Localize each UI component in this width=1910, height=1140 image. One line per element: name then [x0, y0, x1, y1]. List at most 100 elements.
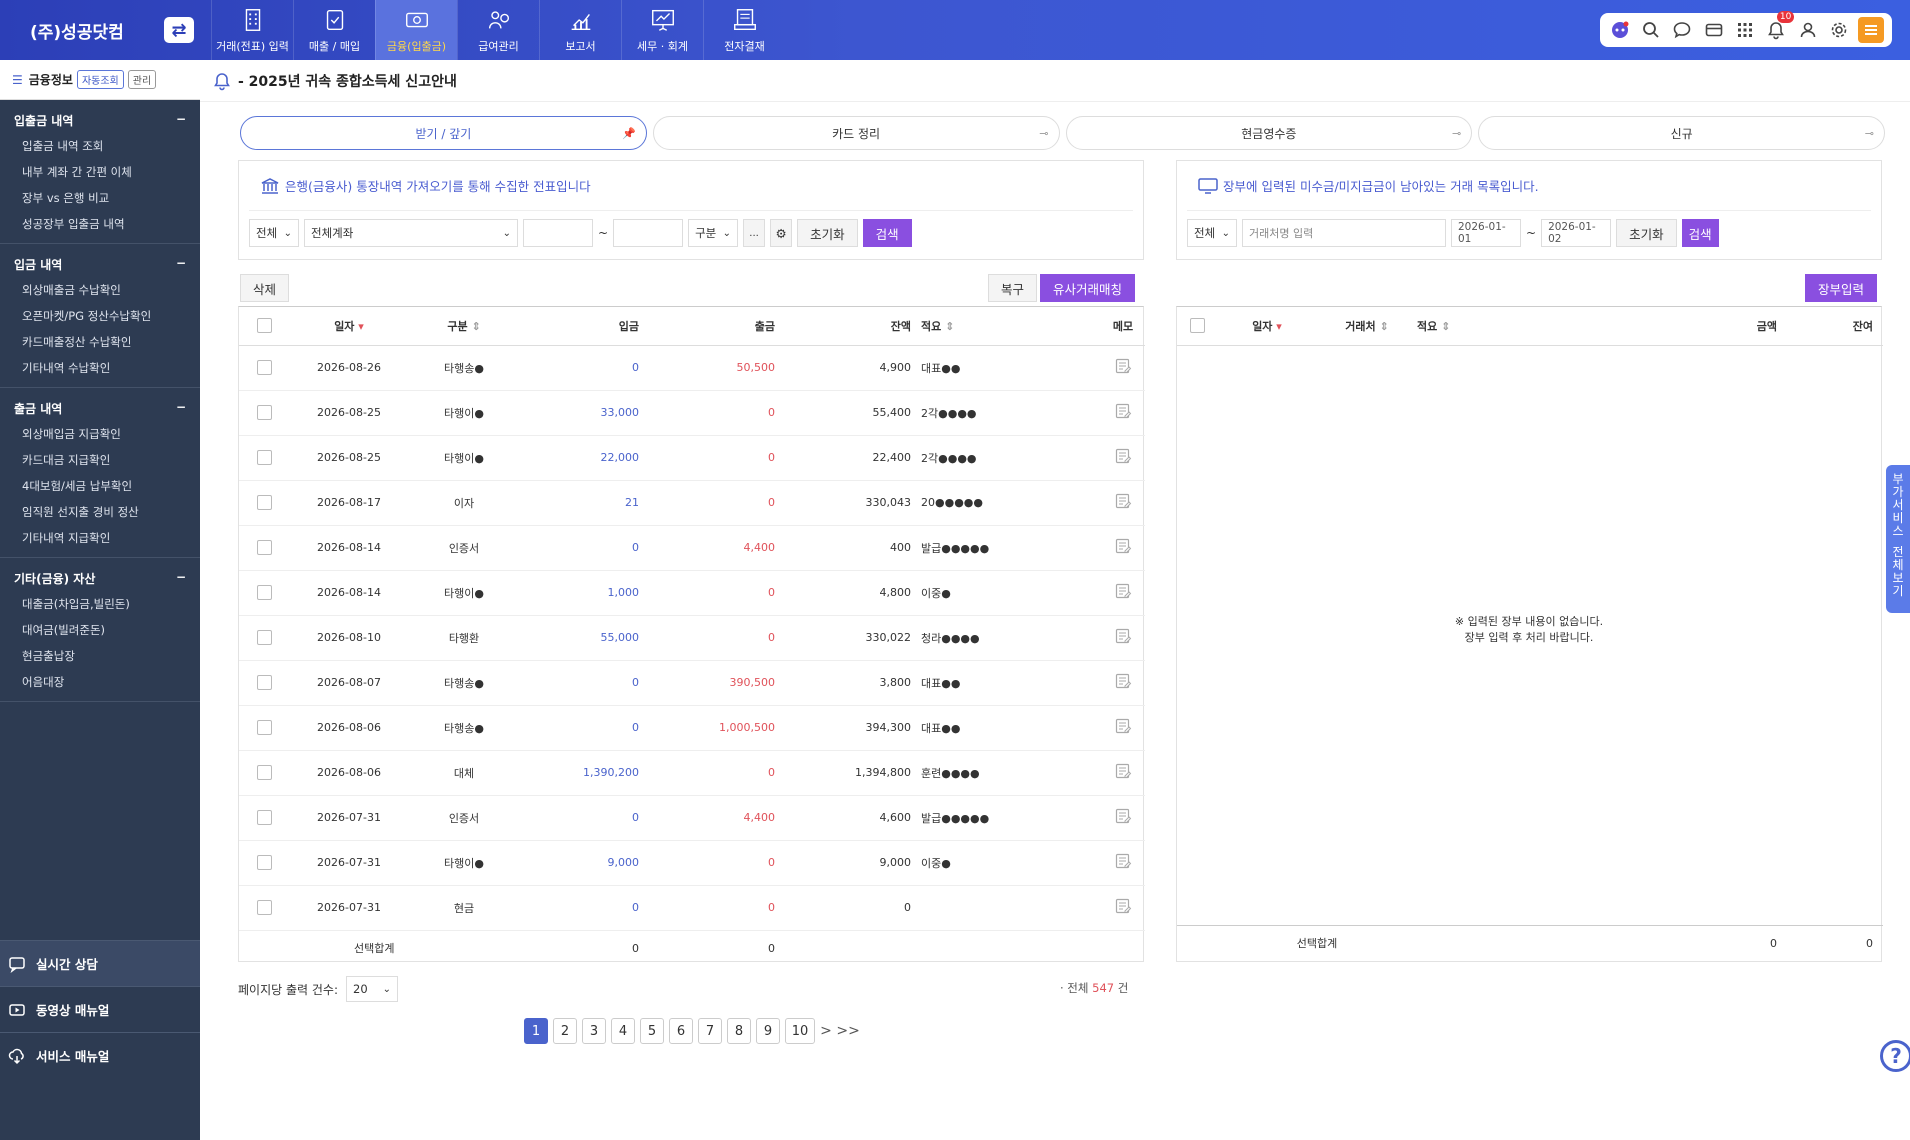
collapse-icon[interactable]: − [176, 570, 186, 587]
row-checkbox[interactable] [256, 900, 272, 915]
memo-cell[interactable] [1101, 705, 1145, 751]
more-options-button[interactable]: ... [743, 219, 766, 247]
checkbox-cell[interactable] [239, 345, 289, 391]
table-row[interactable]: 2026-07-31 인증서 0 4,400 4,600 발급●●●●● [239, 795, 1145, 841]
page-button[interactable]: 9 [756, 1018, 780, 1044]
memo-cell[interactable] [1101, 615, 1145, 661]
memo-edit-icon[interactable] [1114, 403, 1132, 423]
nav-item[interactable]: 전자결재 [703, 0, 785, 60]
select-all-checkbox[interactable] [239, 307, 289, 346]
page-button[interactable]: 2 [553, 1018, 577, 1044]
checkbox-cell[interactable] [239, 885, 289, 931]
collapse-icon[interactable]: − [176, 400, 186, 417]
page-size-select[interactable]: 20 ⌄ [346, 976, 398, 1002]
sidebar-item[interactable]: 임직원 선지출 경비 정산 [0, 499, 200, 525]
row-checkbox[interactable] [256, 495, 272, 510]
next-page-icon[interactable]: > >> [820, 1018, 860, 1044]
memo-edit-icon[interactable] [1114, 493, 1132, 513]
right-search-button[interactable]: 검색 [1681, 219, 1719, 247]
page-button[interactable]: 6 [669, 1018, 693, 1044]
row-checkbox[interactable] [256, 765, 272, 780]
sidebar-item[interactable]: 성공장부 입출금 내역 [0, 211, 200, 237]
help-button[interactable]: ? [1880, 1040, 1910, 1072]
sidebar-item[interactable]: 장부 vs 은행 비교 [0, 185, 200, 211]
checkbox[interactable] [256, 318, 272, 334]
video-manual-button[interactable]: 동영상 매뉴얼 [0, 986, 200, 1032]
row-checkbox[interactable] [256, 630, 272, 645]
collapse-icon[interactable]: − [176, 112, 186, 129]
sidebar-item[interactable]: 입출금 내역 조회 [0, 133, 200, 159]
row-checkbox[interactable] [256, 450, 272, 465]
page-button[interactable]: 1 [524, 1018, 548, 1044]
sidebar-item[interactable]: 카드매출정산 수납확인 [0, 329, 200, 355]
checkbox-cell[interactable] [239, 705, 289, 751]
col-client[interactable]: 거래처 ⇕ [1317, 307, 1417, 346]
sidebar-item[interactable]: 기타내역 지급확인 [0, 525, 200, 551]
sidebar-item[interactable]: 대여금(빌려준돈) [0, 617, 200, 643]
live-chat-button[interactable]: 실시간 상담 [0, 940, 200, 986]
right-date-to-input[interactable]: 2026-01-02 [1541, 219, 1612, 247]
pin-icon[interactable]: ⊸ [1865, 127, 1874, 140]
memo-cell[interactable] [1101, 570, 1145, 616]
left-search-button[interactable]: 검색 [862, 219, 912, 247]
col-type[interactable]: 구분 ⇕ [409, 307, 519, 346]
left-date-from-input[interactable] [523, 219, 593, 247]
memo-cell[interactable] [1101, 525, 1145, 571]
table-row[interactable]: 2026-08-06 타행송● 0 1,000,500 394,300 대표●● [239, 705, 1145, 751]
account-select[interactable]: 전체계좌 ⌄ [304, 219, 518, 247]
client-name-input[interactable]: 거래처명 입력 [1242, 219, 1446, 247]
sidebar-item[interactable]: 카드대금 지급확인 [0, 447, 200, 473]
sidebar-item[interactable]: 4대보험/세금 납부확인 [0, 473, 200, 499]
sort-icon[interactable]: ⇕ [1380, 320, 1389, 333]
row-checkbox[interactable] [256, 585, 272, 600]
checkbox-cell[interactable] [239, 840, 289, 886]
memo-cell[interactable] [1101, 480, 1145, 526]
notice-bar[interactable]: - 2025년 귀속 종합소득세 신고안내 [200, 60, 1910, 102]
col-date[interactable]: 일자 ▾ [1217, 307, 1317, 346]
memo-cell[interactable] [1101, 345, 1145, 391]
apps-grid-icon[interactable] [1733, 18, 1757, 42]
right-filter-all-select[interactable]: 전체 ⌄ [1187, 219, 1237, 247]
hamburger-menu-icon[interactable] [1858, 17, 1885, 43]
similar-match-button[interactable]: 유사거래매칭 [1040, 274, 1136, 302]
row-checkbox[interactable] [256, 675, 272, 690]
page-button[interactable]: 7 [698, 1018, 722, 1044]
delete-button[interactable]: 삭제 [240, 274, 290, 302]
sidebar-group-title[interactable]: 입출금 내역 − [0, 108, 200, 133]
right-reset-button[interactable]: 초기화 [1616, 219, 1677, 247]
col-summary[interactable]: 적요 ⇕ [921, 307, 1101, 346]
nav-item[interactable]: 급여관리 [457, 0, 539, 60]
memo-cell[interactable] [1101, 750, 1145, 796]
memo-cell[interactable] [1101, 840, 1145, 886]
row-checkbox[interactable] [256, 405, 272, 420]
checkbox-cell[interactable] [239, 390, 289, 436]
memo-cell[interactable] [1101, 885, 1145, 931]
chat-icon[interactable] [1670, 18, 1694, 42]
memo-edit-icon[interactable] [1114, 673, 1132, 693]
search-icon[interactable] [1639, 18, 1663, 42]
service-manual-button[interactable]: 서비스 매뉴얼 [0, 1032, 200, 1078]
sidebar-item[interactable]: 현금출납장 [0, 643, 200, 669]
page-button[interactable]: 8 [727, 1018, 751, 1044]
sidebar-item[interactable]: 대출금(차입금,빌린돈) [0, 591, 200, 617]
table-row[interactable]: 2026-07-31 타행이● 9,000 0 9,000 이중● [239, 840, 1145, 886]
tab-card[interactable]: 카드 정리 ⊸ [652, 116, 1060, 150]
checkbox-cell[interactable] [239, 435, 289, 481]
user-icon[interactable] [1796, 18, 1820, 42]
row-checkbox[interactable] [256, 360, 272, 375]
checkbox-cell[interactable] [239, 525, 289, 571]
page-button[interactable]: 3 [582, 1018, 606, 1044]
page-button[interactable]: 5 [640, 1018, 664, 1044]
page-button[interactable]: 4 [611, 1018, 635, 1044]
memo-edit-icon[interactable] [1114, 718, 1132, 738]
sidebar-item[interactable]: 내부 계좌 간 간편 이체 [0, 159, 200, 185]
memo-edit-icon[interactable] [1114, 853, 1132, 873]
table-row[interactable]: 2026-08-10 타행환 55,000 0 330,022 청라●●●● [239, 615, 1145, 661]
tab-new[interactable]: 신규 ⊸ [1478, 116, 1885, 150]
nav-item[interactable]: 거래(전표) 입력 [211, 0, 293, 60]
col-date[interactable]: 일자 ▾ [289, 307, 409, 346]
nav-item[interactable]: 세무 · 회계 [621, 0, 703, 60]
memo-cell[interactable] [1101, 795, 1145, 841]
checkbox-cell[interactable] [239, 660, 289, 706]
checkbox-cell[interactable] [239, 570, 289, 616]
